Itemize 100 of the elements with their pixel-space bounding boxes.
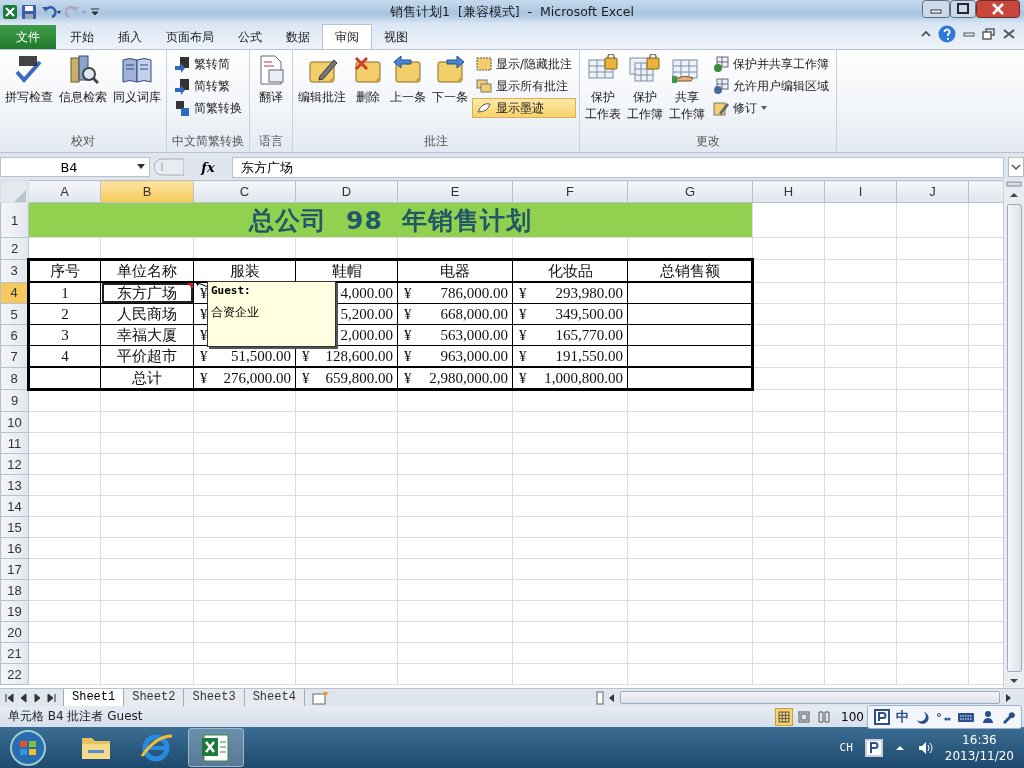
column-header[interactable]: E [397,180,513,203]
table-cell[interactable]: 电器 [397,259,513,282]
column-header[interactable]: F [512,180,628,203]
sheet-tab[interactable]: Sheet4 [243,688,305,707]
column-header[interactable]: J [896,180,969,203]
table-cell[interactable]: ¥ 349,500.00 [512,303,628,325]
language-indicator[interactable]: CH [839,741,853,754]
ribbon-button[interactable]: 保护 工作表 [583,52,624,132]
table-cell[interactable]: 化妆品 [512,259,628,282]
row-header[interactable]: 10 [0,411,29,433]
keyboard-icon[interactable] [957,710,975,724]
minimize-icon[interactable] [922,0,950,18]
column-header[interactable]: A [28,180,101,203]
ribbon-button[interactable]: 显示/隐藏批注 [472,54,577,74]
input-mode-toggle[interactable]: 中 [896,708,909,726]
sheet-tab[interactable]: Sheet3 [183,688,245,707]
first-sheet-icon[interactable] [4,691,16,704]
row-header[interactable]: 1 [0,202,29,238]
row-header[interactable]: 11 [0,432,29,454]
last-sheet-icon[interactable] [46,691,58,704]
table-cell[interactable]: 序号 [28,259,101,282]
title-cell[interactable]: 总公司 98 年销售计划 [28,202,753,238]
table-cell[interactable]: 4 [28,345,101,367]
row-header[interactable]: 7 [0,345,29,367]
row-header[interactable]: 13 [0,474,29,496]
ribbon-button[interactable]: 删除 [350,52,386,132]
table-cell[interactable]: ¥ 293,980.00 [512,282,628,304]
maximize-icon[interactable] [950,0,976,18]
person-icon[interactable] [981,710,995,724]
row-header[interactable]: 17 [0,558,29,580]
row-header[interactable]: 15 [0,516,29,538]
close-icon[interactable] [1002,28,1016,40]
column-header[interactable]: I [824,180,897,203]
ribbon-tab[interactable]: 数据 [274,26,322,49]
row-header[interactable]: 3 [0,259,29,282]
sheet-tab[interactable]: Sheet2 [123,688,185,707]
table-cell[interactable]: 1 [28,282,101,304]
ribbon-button[interactable]: 保护并共享工作簿 [709,54,834,74]
ribbon-button[interactable]: 编辑批注 [296,52,348,132]
table-cell[interactable]: 幸福大厦 [100,324,194,346]
row-header[interactable]: 14 [0,495,29,517]
ribbon-button[interactable]: 保护 工作簿 [625,52,666,132]
ribbon-button[interactable]: 同义词库 [111,52,163,132]
undo-icon[interactable] [40,3,62,20]
save-icon[interactable] [21,3,37,20]
table-cell[interactable]: ¥ 786,000.00 [397,282,513,304]
row-header[interactable]: 22 [0,663,29,685]
ribbon-button[interactable]: 允许用户编辑区域 [709,76,834,96]
row-header[interactable]: 12 [0,453,29,475]
moon-icon[interactable] [915,710,929,724]
ribbon-button[interactable]: 上一条 [388,52,428,132]
sheet-tab[interactable]: Sheet1 [63,688,125,707]
table-cell[interactable]: 人民商场 [100,303,194,325]
ribbon-button[interactable]: 下一条 [430,52,470,132]
expand-icon[interactable] [1008,157,1024,177]
row-header[interactable]: 2 [0,237,29,260]
row-header[interactable]: 5 [0,303,29,325]
normal-view-icon[interactable] [775,707,794,726]
split-handle-icon[interactable] [1005,180,1023,188]
zoom-level[interactable]: 100 [841,709,864,724]
clock[interactable]: 16:36 2013/11/20 [944,731,1014,764]
column-header[interactable]: C [193,180,296,203]
table-cell[interactable]: ¥ 668,000.00 [397,303,513,325]
table-cell[interactable]: 2 [28,303,101,325]
column-header[interactable]: D [295,180,398,203]
name-box[interactable]: B4 [0,157,150,177]
ribbon-button[interactable]: 繁转简 [170,54,246,74]
split-handle-icon[interactable] [596,690,604,705]
ribbon-button[interactable]: 拼写检查 [3,52,55,132]
ribbon-tab[interactable]: 视图 [372,26,420,49]
row-header[interactable]: 16 [0,537,29,559]
ribbon-button[interactable]: 信息检索 [57,52,109,132]
table-cell[interactable]: 总销售额 [627,259,753,282]
row-header[interactable]: 9 [0,389,29,412]
previous-sheet-icon[interactable] [18,691,30,704]
ribbon-tab[interactable]: 开始 [58,26,106,49]
table-cell[interactable]: ¥ 563,000.00 [397,324,513,346]
table-cell[interactable]: 东方广场 [100,282,194,304]
ribbon-button[interactable]: 修订 [709,98,834,118]
insert-function-button[interactable]: fx [188,159,228,175]
help-icon[interactable] [938,25,956,43]
spreadsheet-logo-icon[interactable] [2,3,18,20]
ribbon-button[interactable]: 显示所有批注 [472,76,577,96]
start-button-icon[interactable] [8,727,48,768]
table-cell[interactable]: 单位名称 [100,259,194,282]
wrench-icon[interactable] [1001,710,1015,724]
column-header[interactable]: G [627,180,753,203]
input-method-logo-icon[interactable] [874,709,890,725]
row-header[interactable]: 8 [0,367,29,390]
formula-input[interactable]: 东方广场 [232,156,1004,178]
column-header[interactable]: H [752,180,825,203]
row-header[interactable]: 18 [0,579,29,601]
file-tab[interactable]: 文件 [0,25,56,49]
table-cell[interactable]: ¥ 165,770.00 [512,324,628,346]
row-header[interactable]: 6 [0,324,29,346]
row-header[interactable]: 21 [0,642,29,664]
ribbon-button[interactable]: 共享 工作簿 [667,52,708,132]
ribbon-tab[interactable]: 页面布局 [154,26,226,49]
scrollbar-thumb[interactable] [1006,204,1022,672]
ribbon-button[interactable]: 翻译 [253,52,289,132]
